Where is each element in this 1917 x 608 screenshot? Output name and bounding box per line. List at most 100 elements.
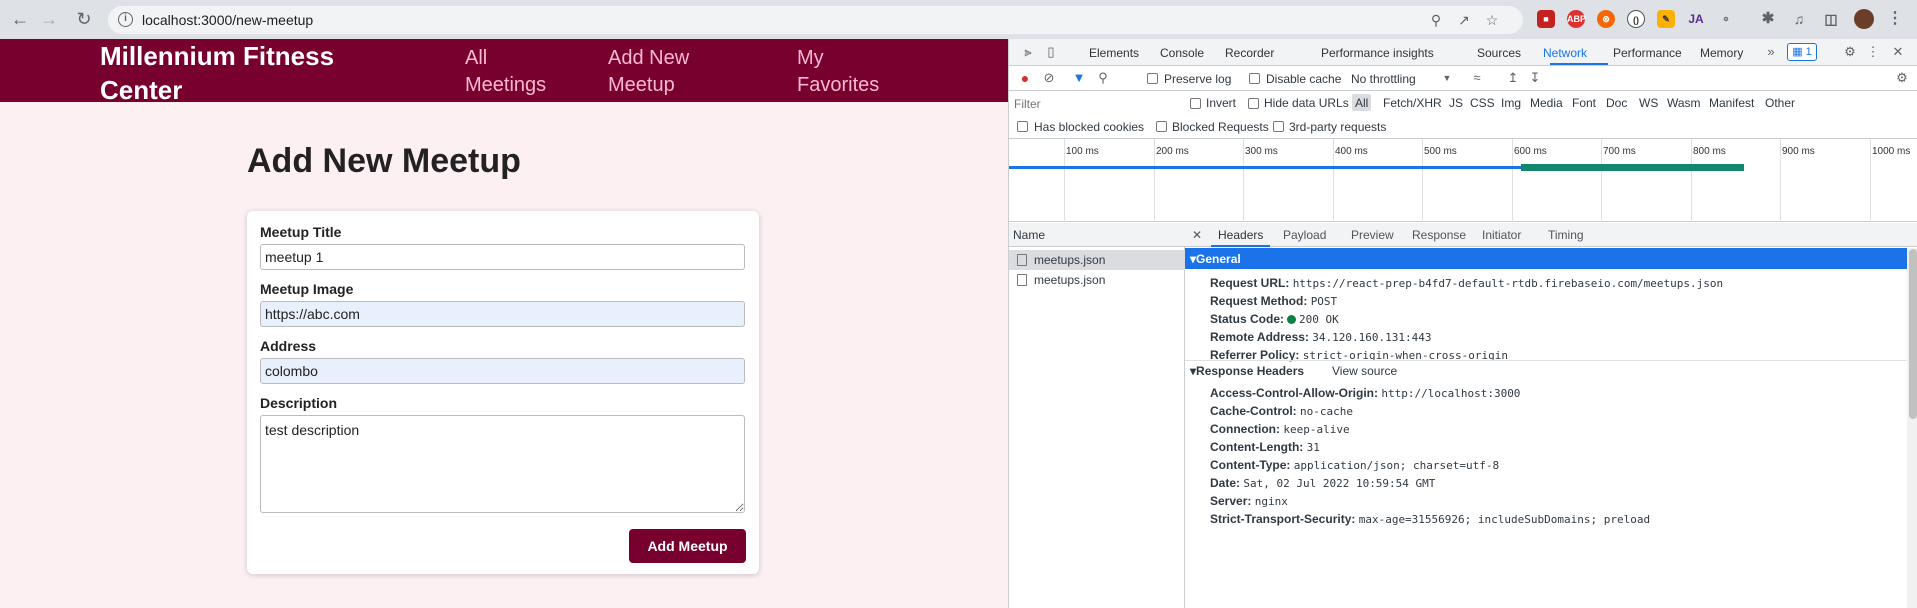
chevron-down-icon[interactable]: ▼ bbox=[1439, 70, 1455, 86]
image-input[interactable] bbox=[260, 301, 745, 327]
filter-icon[interactable]: ▼ bbox=[1071, 70, 1087, 86]
bookmark-star-icon[interactable]: ☆ bbox=[1483, 11, 1501, 29]
close-devtools-icon[interactable]: ✕ bbox=[1890, 44, 1906, 60]
header-value: application/json; charset=utf-8 bbox=[1293, 459, 1500, 472]
extension-dots-icon[interactable]: ∘ bbox=[1717, 10, 1735, 28]
tab-payload[interactable]: Payload bbox=[1283, 228, 1326, 242]
media-control-icon[interactable]: ♫ bbox=[1790, 10, 1808, 28]
filter-type-doc[interactable]: Doc bbox=[1606, 96, 1627, 110]
filter-type-ws[interactable]: WS bbox=[1639, 96, 1658, 110]
has-blocked-cookies-checkbox[interactable] bbox=[1017, 121, 1028, 132]
extension-circle-icon[interactable]: () bbox=[1627, 10, 1645, 28]
tab-network[interactable]: Network bbox=[1543, 46, 1587, 60]
abp-icon[interactable]: ABP bbox=[1567, 10, 1586, 28]
filter-input[interactable] bbox=[1014, 95, 1179, 112]
device-toolbar-icon[interactable]: ▯ bbox=[1043, 44, 1059, 60]
tab-console[interactable]: Console bbox=[1160, 46, 1204, 60]
filter-bar: Invert Hide data URLs All Fetch/XHR JS C… bbox=[1009, 91, 1917, 115]
add-meetup-button[interactable]: Add Meetup bbox=[629, 529, 746, 563]
more-tabs-icon[interactable]: » bbox=[1763, 44, 1779, 60]
preserve-log-checkbox[interactable] bbox=[1147, 73, 1158, 84]
highlighter-icon[interactable]: ✎ bbox=[1657, 10, 1675, 28]
issues-count: 1 bbox=[1805, 46, 1812, 58]
network-settings-icon[interactable]: ⚙ bbox=[1894, 70, 1910, 86]
tab-initiator[interactable]: Initiator bbox=[1482, 228, 1521, 242]
extension-orange-icon[interactable]: ⊗ bbox=[1597, 10, 1615, 28]
record-icon[interactable]: ● bbox=[1017, 70, 1033, 86]
profile-avatar[interactable] bbox=[1854, 9, 1874, 29]
filter-type-fetch-xhr[interactable]: Fetch/XHR bbox=[1383, 96, 1442, 110]
third-party-checkbox[interactable] bbox=[1273, 121, 1284, 132]
menu-dots-icon[interactable]: ⋮ bbox=[1886, 10, 1904, 28]
filter-bar-secondary: Has blocked cookies Blocked Requests 3rd… bbox=[1009, 115, 1917, 139]
tab-memory[interactable]: Memory bbox=[1700, 46, 1743, 60]
header-key: Content-Length: bbox=[1210, 440, 1304, 454]
filter-type-all[interactable]: All bbox=[1355, 96, 1368, 110]
filter-type-css[interactable]: CSS bbox=[1470, 96, 1495, 110]
extensions-puzzle-icon[interactable]: ✱ bbox=[1759, 10, 1777, 28]
request-list: Name meetups.json meetups.json bbox=[1009, 223, 1185, 608]
inspect-element-icon[interactable]: ⫸ bbox=[1020, 44, 1036, 60]
tab-headers[interactable]: Headers bbox=[1218, 228, 1263, 242]
network-overview-timeline[interactable]: 100 ms 200 ms 300 ms 400 ms 500 ms 600 m… bbox=[1009, 139, 1917, 222]
tab-response[interactable]: Response bbox=[1412, 228, 1466, 242]
tab-sources[interactable]: Sources bbox=[1477, 46, 1521, 60]
request-row[interactable]: meetups.json bbox=[1009, 250, 1185, 270]
hide-data-urls-checkbox[interactable] bbox=[1248, 98, 1259, 109]
nav-my-favorites[interactable]: My Favorites bbox=[797, 45, 897, 99]
request-bar-2 bbox=[1521, 164, 1744, 171]
view-source-link[interactable]: View source bbox=[1332, 364, 1397, 378]
close-detail-icon[interactable]: ✕ bbox=[1192, 228, 1202, 242]
tab-elements[interactable]: Elements bbox=[1089, 46, 1139, 60]
title-input[interactable] bbox=[260, 244, 745, 270]
nav-all-meetings[interactable]: All Meetings bbox=[465, 45, 565, 99]
more-options-icon[interactable]: ⋮ bbox=[1865, 44, 1881, 60]
share-icon[interactable]: ↗ bbox=[1455, 11, 1473, 29]
brand-logo-text[interactable]: Millennium Fitness Center bbox=[100, 39, 400, 107]
network-toolbar: ● ⊘ ▼ ⚲ Preserve log Disable cache No th… bbox=[1009, 66, 1917, 91]
extension-red-icon[interactable]: ■ bbox=[1537, 10, 1555, 28]
side-panel-icon[interactable]: ◫ bbox=[1822, 10, 1840, 28]
forward-icon[interactable]: → bbox=[38, 8, 60, 30]
disable-cache-checkbox[interactable] bbox=[1249, 73, 1260, 84]
response-headers-header[interactable]: ▾Response Headers bbox=[1190, 364, 1304, 378]
settings-gear-icon[interactable]: ⚙ bbox=[1842, 44, 1858, 60]
site-info-icon[interactable]: i bbox=[118, 12, 133, 27]
issues-badge[interactable]: ▦ 1 bbox=[1787, 43, 1817, 61]
tab-performance[interactable]: Performance bbox=[1613, 46, 1682, 60]
name-column-header[interactable]: Name bbox=[1009, 223, 1185, 247]
tab-preview[interactable]: Preview bbox=[1351, 228, 1394, 242]
throttling-select[interactable]: No throttling bbox=[1351, 72, 1416, 86]
request-row[interactable]: meetups.json bbox=[1009, 270, 1185, 290]
filter-type-other[interactable]: Other bbox=[1765, 96, 1795, 110]
header-row: Remote Address: 34.120.160.131:443 bbox=[1210, 330, 1431, 344]
filter-type-img[interactable]: Img bbox=[1501, 96, 1521, 110]
description-textarea[interactable]: test description bbox=[260, 415, 745, 513]
zoom-icon[interactable]: ⚲ bbox=[1427, 11, 1445, 29]
clear-icon[interactable]: ⊘ bbox=[1041, 70, 1057, 86]
search-icon[interactable]: ⚲ bbox=[1095, 70, 1111, 86]
invert-checkbox[interactable] bbox=[1190, 98, 1201, 109]
network-conditions-icon[interactable]: ≈ bbox=[1469, 70, 1485, 86]
filter-type-manifest[interactable]: Manifest bbox=[1709, 96, 1754, 110]
filter-type-wasm[interactable]: Wasm bbox=[1667, 96, 1701, 110]
general-section-header[interactable]: ▾General bbox=[1185, 248, 1907, 269]
reload-icon[interactable]: ↻ bbox=[73, 8, 95, 30]
export-har-icon[interactable]: ↧ bbox=[1527, 70, 1543, 86]
tab-timing[interactable]: Timing bbox=[1548, 228, 1584, 242]
back-icon[interactable]: ← bbox=[9, 8, 31, 30]
timeline-tick-label: 800 ms bbox=[1693, 146, 1726, 157]
header-row: Access-Control-Allow-Origin: http://loca… bbox=[1210, 386, 1520, 400]
tab-recorder[interactable]: Recorder bbox=[1225, 46, 1274, 60]
filter-type-js[interactable]: JS bbox=[1449, 96, 1463, 110]
ja-icon[interactable]: JA bbox=[1687, 10, 1705, 28]
nav-add-new-meetup[interactable]: Add New Meetup bbox=[608, 45, 728, 99]
filter-type-media[interactable]: Media bbox=[1530, 96, 1563, 110]
blocked-requests-checkbox[interactable] bbox=[1156, 121, 1167, 132]
import-har-icon[interactable]: ↥ bbox=[1505, 70, 1521, 86]
address-input[interactable] bbox=[260, 358, 745, 384]
detail-scrollbar-thumb[interactable] bbox=[1909, 249, 1917, 419]
filter-type-font[interactable]: Font bbox=[1572, 96, 1596, 110]
tab-performance-insights[interactable]: Performance insights bbox=[1321, 46, 1434, 60]
address-bar[interactable]: i localhost:3000/new-meetup ⚲ ↗ ☆ bbox=[108, 6, 1523, 34]
